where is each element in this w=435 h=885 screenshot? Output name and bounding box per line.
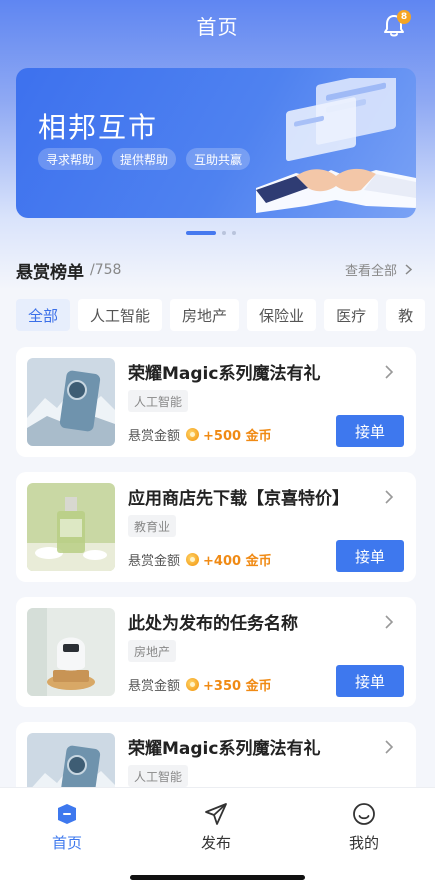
tab-label: 发布 <box>200 834 231 852</box>
tab-home[interactable]: 首页 <box>17 802 117 853</box>
home-icon <box>58 804 76 824</box>
category-filters: 全部 人工智能 房地产 保险业 医疗 教 <box>16 299 435 331</box>
card-title: 荣耀Magic系列魔法有礼 <box>128 364 321 384</box>
reward-label: 悬赏金额 <box>128 429 181 444</box>
chevron-right-icon <box>385 490 394 504</box>
reward-label: 悬赏金额 <box>128 679 181 694</box>
card-tag: 房地产 <box>128 640 177 662</box>
filter-chip[interactable]: 医疗 <box>324 299 379 331</box>
reward-value: +350 金币 <box>203 679 272 694</box>
bounty-section-header: 悬赏榜单 /758 查看全部 <box>16 258 416 283</box>
smart-speaker-image <box>27 608 115 696</box>
coin-icon <box>186 678 200 691</box>
pagination-dot[interactable] <box>232 231 236 235</box>
view-all-label: 查看全部 <box>344 264 397 279</box>
perfume-bottle-image <box>27 483 115 571</box>
smile-icon <box>353 803 375 825</box>
tab-profile[interactable]: 我的 <box>314 802 414 853</box>
filter-chip[interactable]: 保险业 <box>247 299 317 331</box>
filter-chip-all[interactable]: 全部 <box>16 299 71 331</box>
pagination-dot-active[interactable] <box>186 231 216 235</box>
chevron-right-icon <box>385 615 394 629</box>
coin-icon <box>186 428 200 441</box>
banner-pagination <box>186 231 236 235</box>
card-thumbnail <box>27 358 115 446</box>
accept-order-button[interactable]: 接单 <box>336 665 404 697</box>
card-tag: 人工智能 <box>128 390 189 412</box>
banner-tags: 寻求帮助 提供帮助 互助共赢 <box>38 148 251 170</box>
notification-badge: 8 <box>397 10 411 24</box>
bounty-card[interactable]: 荣耀Magic系列魔法有礼 人工智能 悬赏金额 +500 金币 接单 <box>16 347 416 457</box>
card-reward: 悬赏金额 +500 金币 <box>128 425 272 444</box>
accept-order-button[interactable]: 接单 <box>336 415 404 447</box>
coin-icon <box>186 553 200 566</box>
bounty-card[interactable]: 应用商店先下载【京喜特价】 教育业 悬赏金额 +400 金币 接单 <box>16 472 416 582</box>
banner-tag: 寻求帮助 <box>38 148 103 170</box>
card-title: 此处为发布的任务名称 <box>128 614 298 634</box>
page-title: 首页 <box>196 14 239 39</box>
section-title: 悬赏榜单 <box>16 262 84 283</box>
view-all-link[interactable]: 查看全部 <box>345 260 412 279</box>
bottom-tab-bar: 首页 发布 我的 <box>0 787 435 885</box>
chevron-right-icon <box>385 740 394 754</box>
filter-chip[interactable]: 人工智能 <box>78 299 163 331</box>
card-tag: 人工智能 <box>128 765 189 787</box>
reward-value: +500 金币 <box>203 429 272 444</box>
send-icon <box>205 803 227 825</box>
phone-product-image <box>27 358 115 446</box>
banner-title: 相邦互市 <box>38 111 159 144</box>
tab-publish[interactable]: 发布 <box>166 802 266 853</box>
tab-label: 我的 <box>348 834 379 852</box>
card-reward: 悬赏金额 +400 金币 <box>128 550 272 569</box>
pagination-dot[interactable] <box>222 231 226 235</box>
card-thumbnail <box>27 608 115 696</box>
bounty-count: /758 <box>90 262 122 278</box>
chevron-right-icon <box>385 365 394 379</box>
filter-chip[interactable]: 房地产 <box>170 299 240 331</box>
banner-tag: 提供帮助 <box>112 148 177 170</box>
top-header: 首页 8 <box>0 0 435 50</box>
tab-label: 首页 <box>51 834 82 852</box>
filter-chip[interactable]: 教 <box>386 299 426 331</box>
chevron-right-icon <box>405 264 412 275</box>
accept-order-button[interactable]: 接单 <box>336 540 404 572</box>
card-title: 应用商店先下载【京喜特价】 <box>128 489 349 509</box>
card-thumbnail <box>27 483 115 571</box>
banner-tag: 互助共赢 <box>186 148 251 170</box>
promo-banner[interactable]: 相邦互市 寻求帮助 提供帮助 互助共赢 <box>16 68 416 218</box>
bounty-card[interactable]: 此处为发布的任务名称 房地产 悬赏金额 +350 金币 接单 <box>16 597 416 707</box>
reward-value: +400 金币 <box>203 554 272 569</box>
notification-bell[interactable]: 8 <box>383 10 411 38</box>
handshake-illustration <box>256 78 416 213</box>
card-tag: 教育业 <box>128 515 177 537</box>
home-indicator <box>130 875 305 880</box>
card-title: 荣耀Magic系列魔法有礼 <box>128 739 321 759</box>
reward-label: 悬赏金额 <box>128 554 181 569</box>
card-reward: 悬赏金额 +350 金币 <box>128 675 272 694</box>
